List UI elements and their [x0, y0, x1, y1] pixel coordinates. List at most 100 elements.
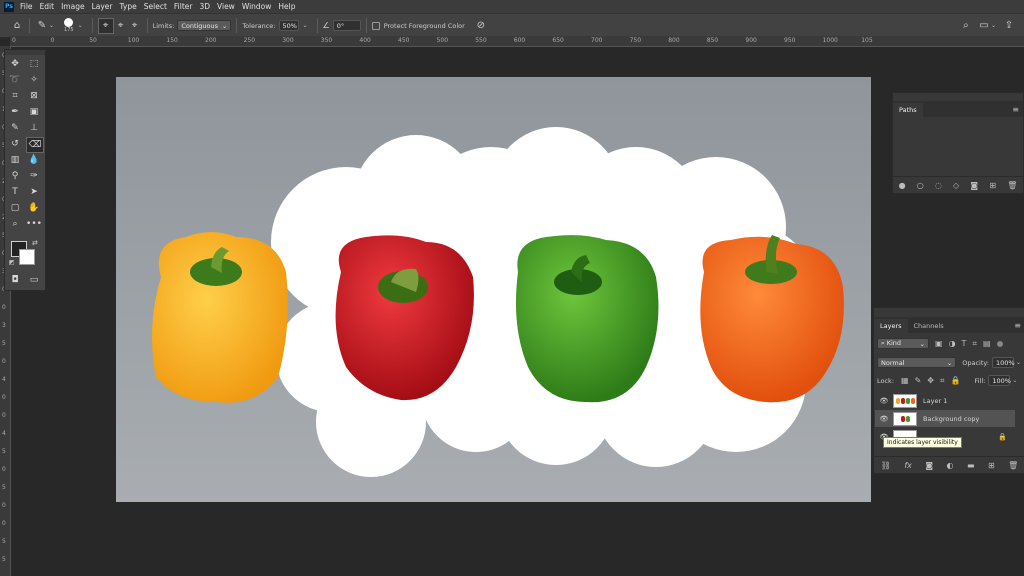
more-tools-icon[interactable]: •••: [26, 217, 42, 231]
angle-input[interactable]: 0°: [332, 20, 361, 31]
sampling-continuous-icon[interactable]: ⌖: [97, 17, 114, 34]
menu-type[interactable]: Type: [120, 2, 137, 11]
frame-tool-icon[interactable]: ⊠: [26, 89, 42, 103]
marquee-tool-icon[interactable]: ⬚: [26, 57, 42, 71]
visibility-eye-icon[interactable]: 👁: [879, 397, 889, 405]
chevron-down-icon[interactable]: ⌄: [78, 22, 83, 29]
screen-mode-icon[interactable]: ▭: [26, 273, 42, 287]
filter-shape-icon[interactable]: ⌗: [972, 339, 977, 349]
search-icon[interactable]: ⌕: [959, 19, 973, 33]
stamp-tool-icon[interactable]: ⊥: [26, 121, 42, 135]
link-layers-icon[interactable]: ⛓: [881, 461, 891, 470]
share-icon[interactable]: ⇪: [1002, 19, 1016, 33]
menu-view[interactable]: View: [217, 2, 235, 11]
delete-path-icon[interactable]: 🗑: [1007, 181, 1017, 190]
lock-image-icon[interactable]: ✎: [915, 376, 922, 385]
type-tool-icon[interactable]: T: [7, 185, 23, 199]
menu-layer[interactable]: Layer: [92, 2, 113, 11]
protect-foreground-checkbox[interactable]: [371, 21, 380, 30]
pen-tool-icon[interactable]: ✑: [26, 169, 42, 183]
load-selection-icon[interactable]: ◌: [935, 181, 942, 190]
path-selection-tool-icon[interactable]: ➤: [26, 185, 42, 199]
background-eraser-preset-icon[interactable]: ✎: [35, 19, 49, 33]
visibility-eye-icon[interactable]: 👁: [879, 415, 889, 423]
lock-transparent-icon[interactable]: ▦: [901, 376, 909, 385]
zoom-tool-icon[interactable]: ⌕: [7, 217, 23, 231]
sampling-once-icon[interactable]: ⌖: [114, 19, 128, 33]
background-eraser-tool-icon[interactable]: ⌫: [26, 137, 44, 153]
tab-channels[interactable]: Channels: [908, 319, 950, 333]
layer-style-icon[interactable]: fx: [904, 461, 912, 470]
default-colors-icon[interactable]: ◩: [9, 259, 15, 266]
ruler-tick-label: 0: [2, 412, 6, 419]
panel-menu-icon[interactable]: ≡: [1012, 105, 1019, 114]
delete-layer-icon[interactable]: 🗑: [1008, 461, 1018, 470]
gradient-tool-icon[interactable]: ▥: [7, 153, 23, 167]
document-canvas[interactable]: [116, 77, 871, 502]
workspace-icon[interactable]: ▭: [977, 19, 991, 33]
brush-size-picker[interactable]: 175: [64, 18, 74, 33]
menu-edit[interactable]: Edit: [40, 2, 55, 11]
swap-colors-icon[interactable]: ⇄: [32, 239, 38, 247]
filter-adjustment-icon[interactable]: ◑: [949, 339, 956, 348]
new-path-icon[interactable]: ⊞: [989, 181, 996, 190]
menu-file[interactable]: File: [20, 2, 33, 11]
menu-help[interactable]: Help: [278, 2, 295, 11]
lock-artboard-icon[interactable]: ⌗: [940, 376, 945, 386]
filter-pixel-icon[interactable]: ▣: [935, 339, 943, 348]
lasso-tool-icon[interactable]: ➰: [7, 73, 23, 87]
add-mask-icon[interactable]: ◙: [925, 461, 933, 470]
home-icon[interactable]: ⌂: [10, 19, 24, 33]
dodge-tool-icon[interactable]: ⚲: [7, 169, 23, 183]
eyedropper-tool-icon[interactable]: ✒: [7, 105, 23, 119]
blend-mode-dropdown[interactable]: Normal ⌄: [877, 357, 957, 368]
brush-tool-icon[interactable]: ✎: [7, 121, 23, 135]
chevron-down-icon[interactable]: ⌄: [303, 22, 308, 29]
tab-paths[interactable]: Paths: [893, 103, 923, 117]
sampling-swatch-icon[interactable]: ⌖: [128, 19, 142, 33]
menu-image[interactable]: Image: [61, 2, 85, 11]
layer-row-layer-1[interactable]: 👁 Layer 1: [875, 392, 1015, 409]
fill-path-icon[interactable]: ●: [899, 181, 906, 190]
crop-tool-icon[interactable]: ⌗: [7, 89, 23, 103]
add-mask-icon[interactable]: ◙: [970, 181, 978, 190]
blur-tool-icon[interactable]: 💧: [26, 153, 42, 167]
toolbar-grip[interactable]: [5, 50, 45, 55]
new-group-icon[interactable]: ▬: [967, 461, 975, 470]
patch-tool-icon[interactable]: ▣: [26, 105, 42, 119]
filter-type-icon[interactable]: T: [962, 339, 967, 348]
fill-input[interactable]: 100%: [988, 375, 1011, 386]
chevron-down-icon[interactable]: ⌄: [991, 22, 996, 29]
blend-mode-value: Normal: [881, 358, 905, 367]
lock-all-icon[interactable]: 🔒: [951, 376, 961, 385]
tab-layers[interactable]: Layers: [874, 319, 908, 333]
lock-position-icon[interactable]: ✥: [927, 376, 934, 385]
background-color-swatch[interactable]: [19, 249, 35, 265]
adjustment-layer-icon[interactable]: ◐: [947, 461, 954, 470]
menu-window[interactable]: Window: [242, 2, 272, 11]
tolerance-input[interactable]: 50%: [278, 20, 299, 31]
kind-filter-dropdown[interactable]: ⌕ Kind ⌄: [877, 338, 929, 349]
move-tool-icon[interactable]: ✥: [7, 57, 23, 71]
shape-tool-icon[interactable]: ▢: [7, 201, 23, 215]
menu-filter[interactable]: Filter: [174, 2, 193, 11]
opacity-input[interactable]: 100%: [991, 357, 1015, 368]
menu-select[interactable]: Select: [144, 2, 167, 11]
make-work-path-icon[interactable]: ◇: [953, 181, 959, 190]
new-layer-icon[interactable]: ⊞: [988, 461, 995, 470]
stroke-path-icon[interactable]: ○: [917, 181, 924, 190]
quick-mask-icon[interactable]: ◘: [7, 273, 23, 287]
chevron-down-icon[interactable]: ⌄: [49, 22, 54, 29]
filter-toggle-icon[interactable]: [996, 340, 1003, 347]
layer-row-background-copy[interactable]: 👁 Background copy: [875, 410, 1015, 427]
panel-menu-icon[interactable]: ≡: [1014, 321, 1021, 330]
hand-tool-icon[interactable]: ✋: [26, 201, 42, 215]
chevron-down-icon[interactable]: ⌄: [1012, 377, 1017, 384]
chevron-down-icon[interactable]: ⌄: [1016, 359, 1021, 366]
pressure-size-icon[interactable]: ⊘: [474, 19, 488, 33]
magic-wand-tool-icon[interactable]: ✧: [26, 73, 42, 87]
history-brush-tool-icon[interactable]: ↺: [7, 137, 23, 151]
menu-3d[interactable]: 3D: [199, 2, 210, 11]
filter-smart-object-icon[interactable]: ▤: [983, 339, 991, 348]
limits-dropdown[interactable]: Contiguous ⌄: [177, 20, 232, 31]
